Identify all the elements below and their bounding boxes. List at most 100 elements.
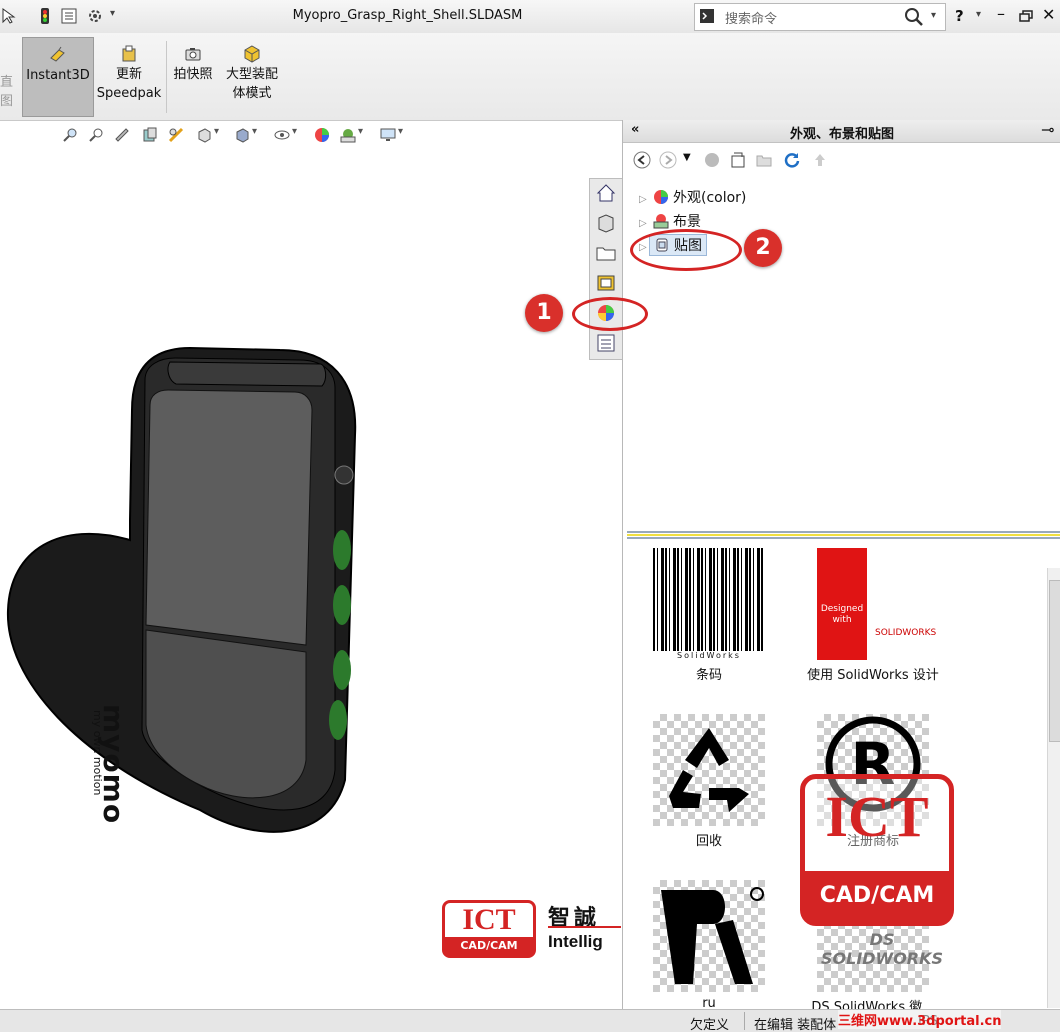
command-prompt-icon (700, 9, 714, 23)
solidworks-logo-text: DS SOLIDWORKS (821, 930, 944, 968)
search-input[interactable]: 搜索命令 ▾ (694, 3, 946, 31)
chevron-down-icon[interactable]: ▾ (976, 9, 981, 20)
cadcam-logo-text: CAD/CAM (805, 871, 949, 921)
portal-watermark: 三维网www.3dportal.cn (838, 1010, 1002, 1029)
up-one-level-icon[interactable] (811, 151, 829, 169)
decal-tile-barcode[interactable]: SolidWorks 条码 (639, 548, 779, 683)
view-settings-icon[interactable] (380, 127, 396, 143)
dynamic-annotation-icon[interactable] (168, 127, 184, 143)
display-style-icon[interactable] (234, 127, 250, 143)
tree-item-label: 布景 (673, 214, 701, 230)
pane-splitter[interactable] (627, 530, 1060, 540)
chevron-down-icon[interactable]: ▾ (252, 126, 257, 137)
chevron-down-icon[interactable]: ▼ (683, 152, 691, 163)
instant3d-button[interactable]: Instant3D (22, 37, 94, 117)
tiles-scrollbar[interactable] (1047, 568, 1060, 1008)
hide-show-items-icon[interactable] (274, 127, 290, 143)
custom-properties-icon[interactable] (593, 331, 619, 355)
tile-label: 使用 SolidWorks 设计 (807, 668, 939, 683)
snapshot-button[interactable]: 拍快照 (168, 37, 218, 115)
zoom-to-fit-icon[interactable] (62, 127, 78, 143)
large-assembly-icon (244, 45, 260, 63)
command-manager-ribbon: 直 图 Instant3D 更新 Speedpak 拍快照 大型装配 体模式 (0, 33, 1060, 121)
task-pane-header: « 外观、布景和贴图 ⊸ (623, 120, 1060, 143)
callout-ellipse-1 (572, 297, 648, 331)
cadcam-small-text: CAD/CAM (445, 937, 533, 955)
title-bar: ▾ Myopro_Grasp_Right_Shell.SLDASM 搜索命令 ▾… (0, 0, 1060, 34)
model-tagline-text: my own motion (91, 710, 104, 796)
status-underdefined: 欠定义 (690, 1018, 730, 1033)
refresh-icon[interactable] (783, 151, 801, 169)
status-bar: 欠定义 在编辑 装配体 IPS 三维网www.3dportal.cn (0, 1009, 1060, 1033)
ict-small-text: ICT (462, 903, 516, 936)
tile-label: 回收 (695, 834, 722, 849)
recycle-icon (669, 728, 749, 812)
speedpak-icon (122, 45, 136, 62)
search-icon[interactable] (903, 6, 925, 28)
previous-view-icon[interactable] (114, 127, 130, 143)
chevron-down-icon[interactable]: ▾ (358, 126, 363, 137)
restore-button[interactable] (1019, 10, 1033, 22)
instant3d-label: Instant3D (26, 68, 90, 83)
home-icon[interactable] (593, 181, 619, 205)
help-button[interactable]: ? (955, 7, 964, 25)
task-pane-title: 外观、布景和贴图 (789, 127, 894, 142)
search-placeholder: 搜索命令 (725, 12, 778, 27)
chevron-down-icon[interactable]: ▾ (931, 10, 936, 21)
pin-icon[interactable]: ⊸ (1041, 120, 1054, 139)
chevron-down-icon[interactable]: ▾ (398, 126, 403, 137)
myopro-shell-model[interactable] (0, 340, 372, 860)
tree-item-label: 外观(color) (673, 190, 747, 206)
snapshot-label: 拍快照 (173, 67, 213, 82)
close-button[interactable]: ✕ (1042, 5, 1055, 24)
scrollbar-thumb[interactable] (1049, 580, 1060, 742)
ict-watermark-logo: ICT CAD/CAM (800, 774, 954, 926)
chevron-down-icon[interactable]: ▾ (214, 126, 219, 137)
speedpak-label: 更新 (115, 67, 142, 82)
ribbon-divider (166, 41, 167, 113)
barcode-caption: SolidWorks (653, 651, 765, 660)
file-explorer-icon[interactable] (593, 241, 619, 265)
large-assembly-mode-button[interactable]: 大型装配 体模式 (220, 37, 284, 115)
barcode-thumbnail: SolidWorks (653, 548, 765, 660)
edit-appearance-icon[interactable] (314, 127, 330, 143)
chevron-down-icon[interactable]: ▾ (292, 126, 297, 137)
apply-scene-icon[interactable] (340, 127, 356, 143)
expand-arrow-icon[interactable]: ▷ (639, 218, 649, 229)
designed-with-solidworks-thumbnail: Designed with SOLIDWORKS (817, 548, 936, 660)
back-icon[interactable] (633, 151, 651, 169)
zoom-area-icon[interactable] (88, 127, 104, 143)
expand-arrow-icon[interactable]: ▷ (639, 194, 649, 205)
forward-icon[interactable] (659, 151, 677, 169)
status-divider (744, 1012, 745, 1030)
partial-label: 图 (0, 94, 14, 109)
ict-small-logo: ICT CAD/CAM (442, 900, 536, 958)
status-editing: 在编辑 装配体 (754, 1018, 837, 1033)
decal-tile-designed-with-solidworks[interactable]: Designed with SOLIDWORKS 使用 SolidWorks 设… (793, 548, 953, 683)
update-speedpak-button[interactable]: 更新 Speedpak (96, 37, 162, 115)
recycle-thumbnail (653, 714, 765, 826)
minimize-button[interactable]: – (997, 4, 1011, 23)
instant3d-icon (50, 46, 65, 62)
appearance-ball-icon (654, 190, 668, 204)
callout-badge-1: 1 (525, 294, 563, 332)
callout-badge-2: 2 (744, 229, 782, 267)
view-palette-icon[interactable] (593, 271, 619, 295)
watermark-underline (548, 926, 621, 928)
decal-tile-ru[interactable]: ru (639, 880, 779, 1011)
section-view-icon[interactable] (142, 127, 158, 143)
ict-logo-text: ICT (825, 784, 929, 849)
large-assembly-label: 体模式 (232, 86, 272, 101)
tree-item-appearances[interactable]: ▷ 外观(color) (639, 187, 746, 209)
watermark-intelligent: Intellig (548, 932, 603, 951)
decal-tile-recycle[interactable]: 回收 (639, 714, 779, 849)
add-to-library-icon[interactable] (703, 151, 721, 169)
thumb-text: SOLIDWORKS (875, 628, 937, 638)
new-folder-icon[interactable] (755, 151, 773, 169)
speedpak-label: Speedpak (96, 86, 162, 101)
design-library-icon[interactable] (593, 211, 619, 235)
heads-up-view-toolbar: ▾ ▾ ▾ ▾ ▾ (62, 124, 422, 146)
partial-button[interactable]: 直 图 (0, 73, 13, 111)
add-folder-icon[interactable] (729, 151, 747, 169)
view-orientation-icon[interactable] (196, 127, 212, 143)
